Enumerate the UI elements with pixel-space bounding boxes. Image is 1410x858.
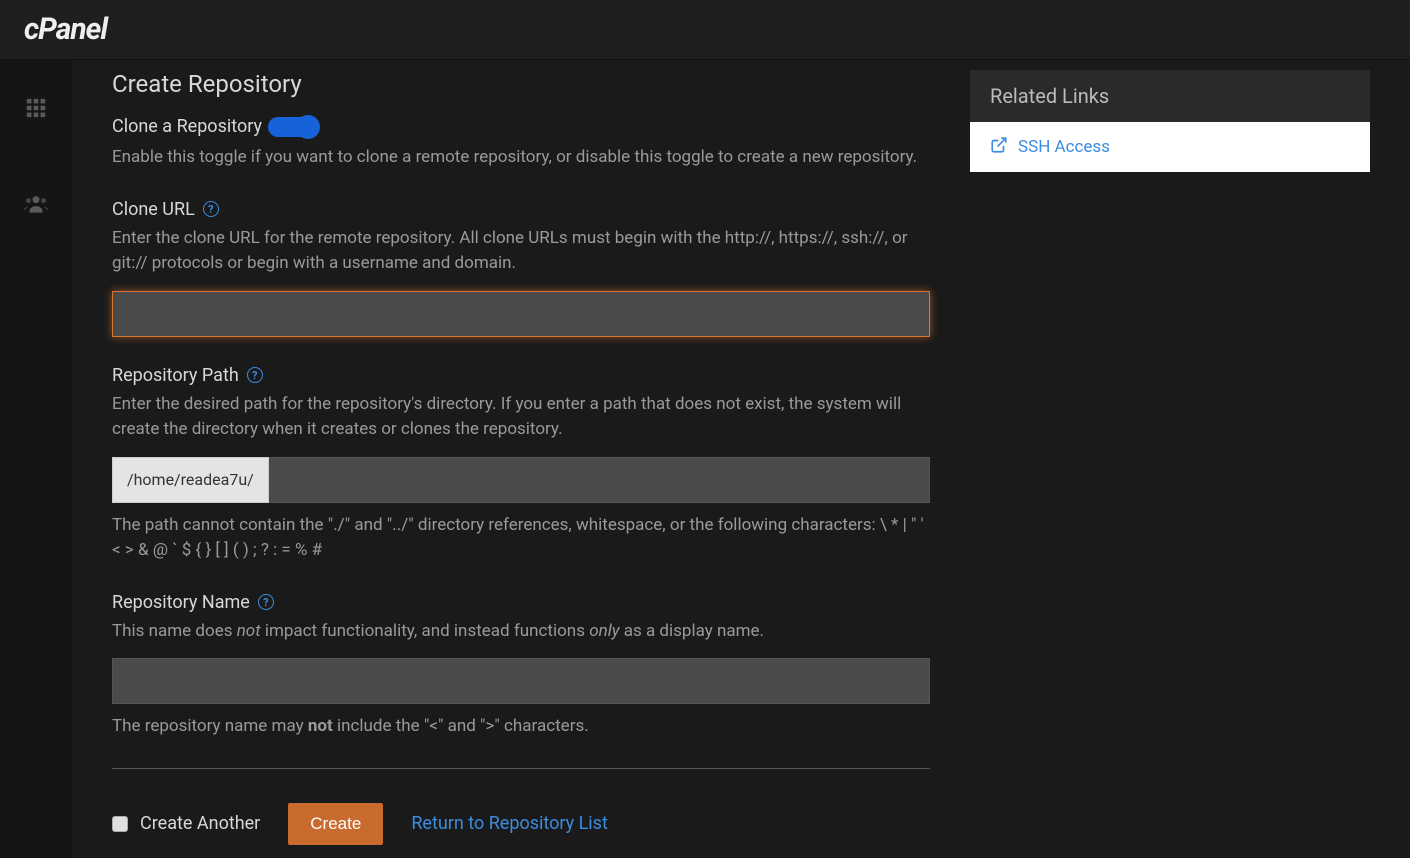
repo-path-prefix: /home/readea7u/ (112, 457, 269, 503)
divider (112, 768, 930, 769)
repo-name-after: The repository name may not include the … (112, 714, 930, 740)
page-title: Create Repository (112, 70, 930, 98)
side-nav (0, 60, 72, 858)
clone-url-label: Clone URL (112, 199, 195, 220)
clone-url-input[interactable] (112, 291, 930, 337)
clone-help-text: Enable this toggle if you want to clone … (112, 145, 930, 171)
clone-toggle[interactable] (268, 117, 318, 137)
help-icon[interactable]: ? (203, 201, 219, 217)
repo-name-label: Repository Name (112, 592, 250, 613)
repo-name-input[interactable] (112, 658, 930, 704)
repo-path-desc: Enter the desired path for the repositor… (112, 392, 930, 443)
return-link[interactable]: Return to Repository List (411, 813, 608, 834)
related-links-box: Related Links SSH Access (970, 70, 1370, 172)
clone-toggle-label: Clone a Repository (112, 116, 262, 137)
repo-path-after: The path cannot contain the "./" and "..… (112, 513, 930, 564)
ssh-access-label: SSH Access (1018, 137, 1110, 157)
repo-path-group: /home/readea7u/ (112, 457, 930, 503)
help-icon[interactable]: ? (247, 367, 263, 383)
top-bar: cPanel (0, 0, 1410, 60)
repo-path-label: Repository Path (112, 365, 239, 386)
external-link-icon (990, 136, 1008, 158)
repo-name-desc: This name does not impact functionality,… (112, 619, 930, 645)
toggle-knob (296, 115, 320, 139)
help-icon[interactable]: ? (258, 594, 274, 610)
grid-icon[interactable] (0, 80, 72, 136)
clone-url-desc: Enter the clone URL for the remote repos… (112, 226, 930, 277)
create-another-checkbox[interactable] (112, 816, 128, 832)
users-icon[interactable] (0, 176, 72, 232)
create-another-label: Create Another (140, 813, 260, 834)
ssh-access-link[interactable]: SSH Access (970, 122, 1370, 172)
cpanel-logo: cPanel (24, 12, 107, 47)
repo-path-input[interactable] (269, 457, 930, 503)
create-button[interactable]: Create (288, 803, 383, 845)
related-links-header: Related Links (970, 70, 1370, 122)
